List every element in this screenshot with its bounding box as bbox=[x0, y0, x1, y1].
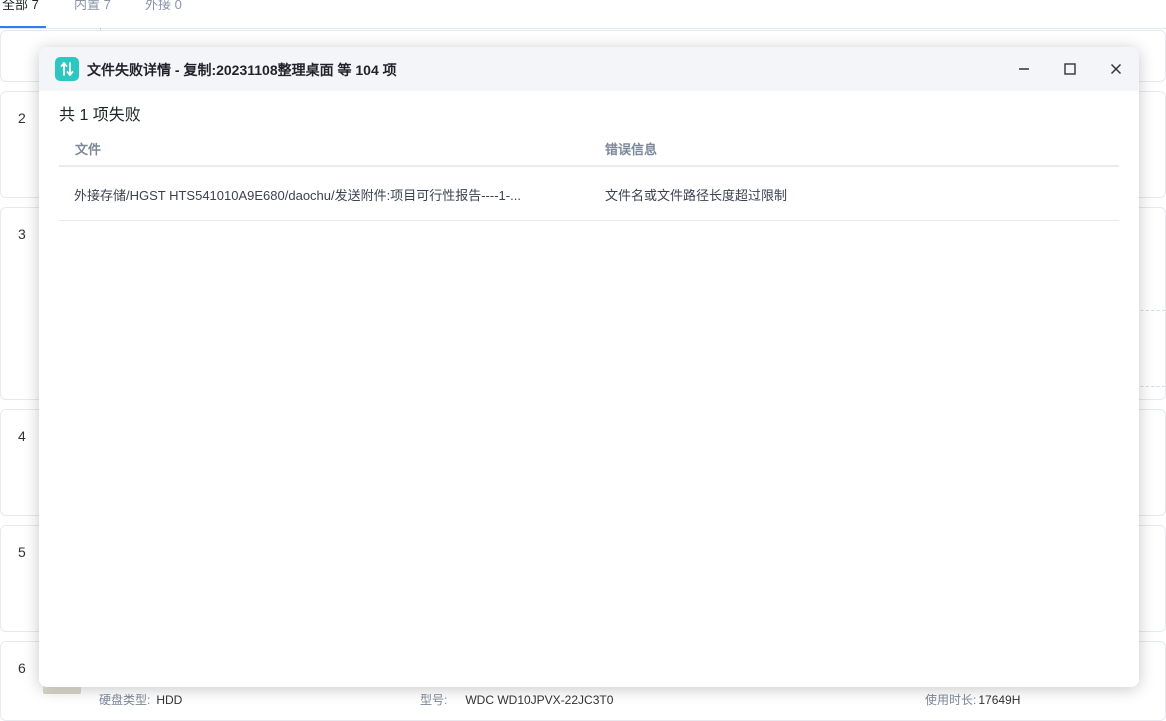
disk-slot-number: 4 bbox=[18, 428, 26, 444]
disk-usage-value: 17649H bbox=[978, 693, 1021, 707]
column-header-file: 文件 bbox=[75, 142, 102, 157]
close-icon bbox=[1110, 63, 1122, 75]
divider bbox=[1135, 310, 1165, 311]
disk-model-value: WDC WD10JPVX-22JC3T0 bbox=[465, 693, 614, 707]
column-header-error: 错误信息 bbox=[605, 142, 658, 157]
active-tab-indicator bbox=[0, 26, 46, 28]
disk-type-label: 硬盘类型: bbox=[99, 693, 151, 707]
divider bbox=[1135, 386, 1165, 387]
tab-internal[interactable]: 内置 7 bbox=[74, 0, 111, 13]
tab-all[interactable]: 全部 7 bbox=[2, 0, 39, 13]
disk-model-info: 型号: WDC WD10JPVX-22JC3T0 bbox=[420, 691, 613, 708]
dialog-title: 文件失败详情 - 复制:20231108整理桌面 等 104 项 bbox=[87, 62, 397, 78]
disk-slot-number: 3 bbox=[18, 226, 26, 242]
disk-type-info: 硬盘类型: HDD bbox=[99, 691, 182, 708]
disk-model-label: 型号: bbox=[420, 693, 448, 707]
disk-slot-number: 2 bbox=[18, 110, 26, 126]
maximize-icon bbox=[1064, 63, 1076, 75]
tab-external[interactable]: 外接 0 bbox=[145, 0, 182, 13]
disk-slot-number: 5 bbox=[18, 544, 26, 560]
failure-summary: 共 1 项失败 bbox=[59, 107, 141, 124]
disk-type-value: HDD bbox=[156, 693, 183, 707]
disk-slot-number: 6 bbox=[18, 660, 26, 676]
disk-usage-label: 使用时长: bbox=[925, 693, 977, 707]
dialog-titlebar[interactable]: 文件失败详情 - 复制:20231108整理桌面 等 104 项 bbox=[39, 47, 1139, 91]
minimize-button[interactable] bbox=[1010, 55, 1038, 83]
error-message-cell: 文件名或文件路径长度超过限制 bbox=[605, 188, 788, 203]
file-failure-dialog: 文件失败详情 - 复制:20231108整理桌面 等 104 项 共 1 项失败… bbox=[39, 47, 1139, 687]
table-row[interactable]: 外接存储/HGST HTS541010A9E680/daochu/发送附件:项目… bbox=[59, 167, 1119, 221]
disk-usage-info: 使用时长: 17649H bbox=[925, 691, 1020, 708]
minimize-icon bbox=[1019, 68, 1029, 70]
transfer-app-icon bbox=[55, 57, 79, 81]
file-path-cell: 外接存储/HGST HTS541010A9E680/daochu/发送附件:项目… bbox=[74, 188, 521, 203]
table-header: 文件 错误信息 bbox=[59, 129, 1119, 167]
maximize-button[interactable] bbox=[1056, 55, 1084, 83]
failure-table: 文件 错误信息 外接存储/HGST HTS541010A9E680/daochu… bbox=[59, 129, 1119, 221]
storage-tabs: 全部 7 内置 7 外接 0 bbox=[0, 0, 1166, 29]
close-button[interactable] bbox=[1102, 55, 1130, 83]
